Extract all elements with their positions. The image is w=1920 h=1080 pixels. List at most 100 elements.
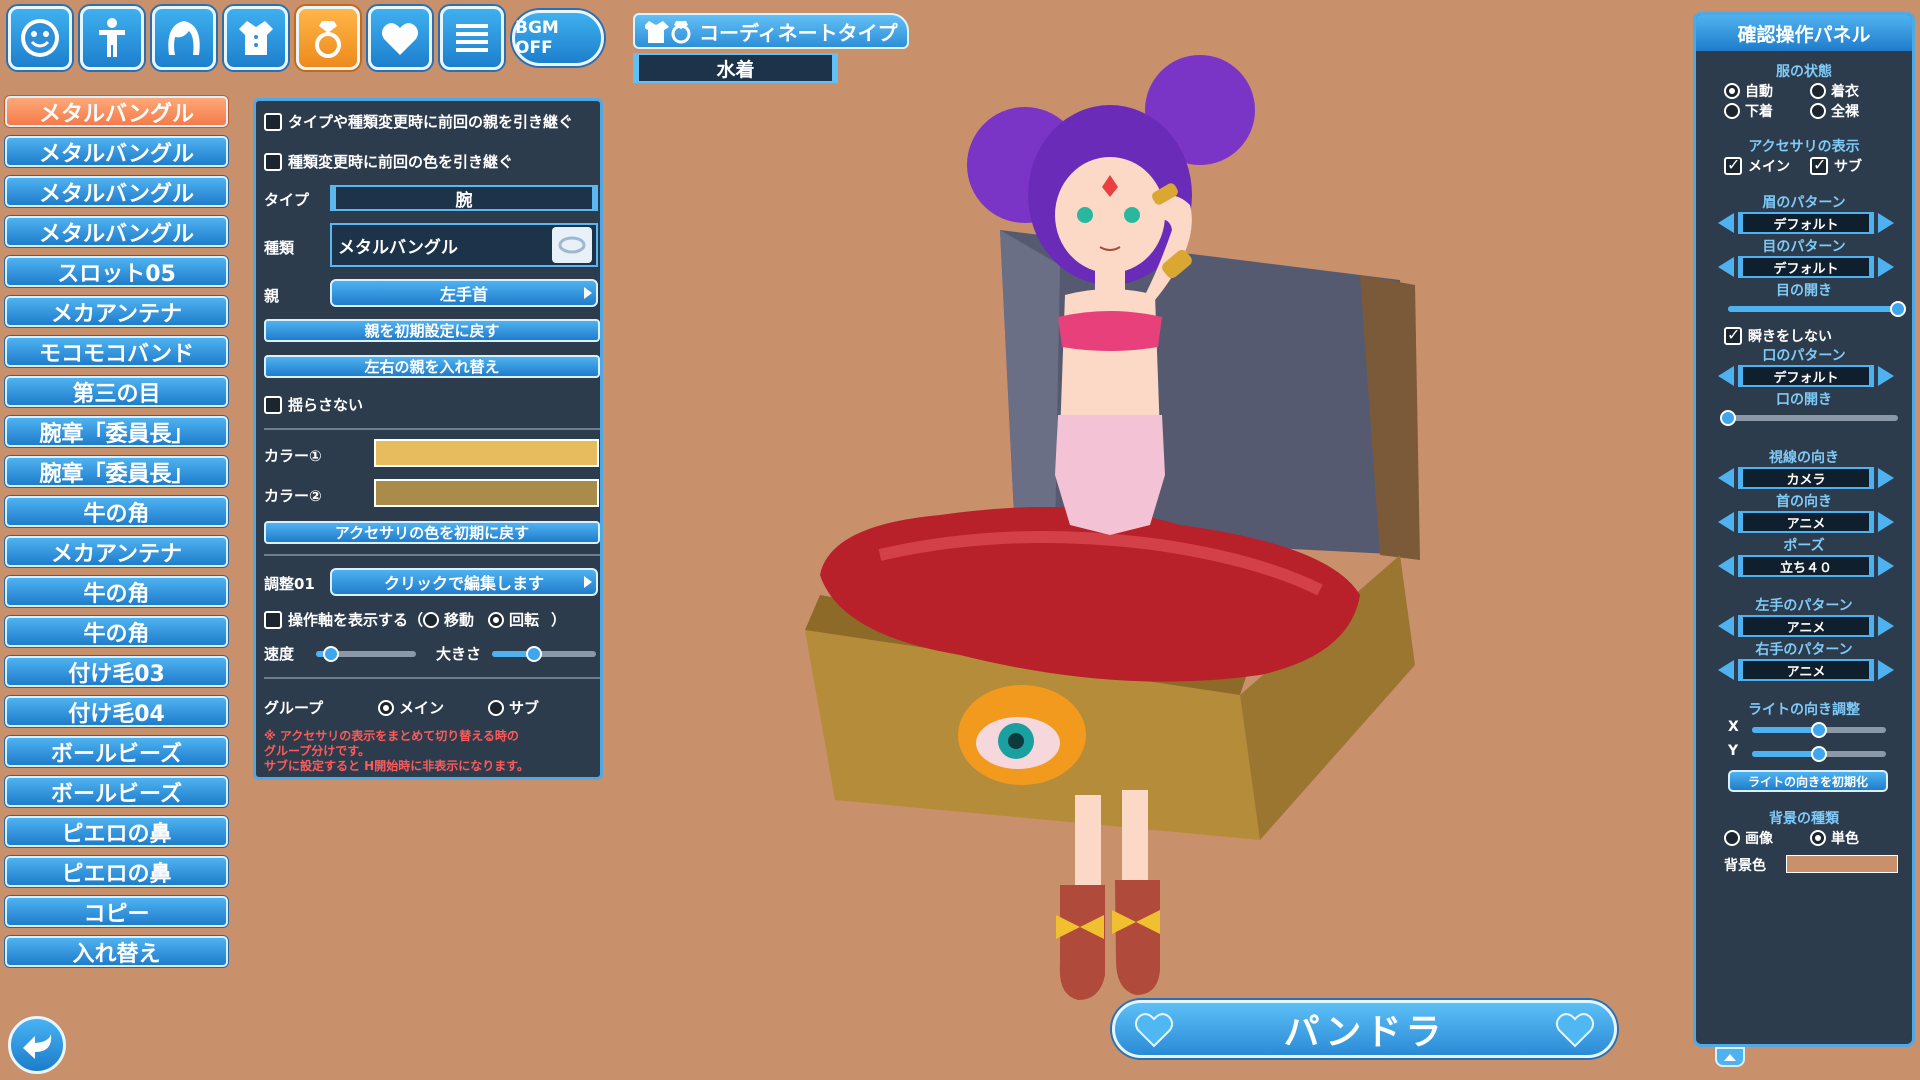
mouth-next-arrow-icon[interactable] bbox=[1878, 366, 1894, 386]
accessory-slot-button[interactable]: 牛の角 bbox=[5, 496, 228, 527]
body-icon[interactable] bbox=[80, 6, 144, 70]
accessory-slot-button[interactable]: スロット05 bbox=[5, 256, 228, 287]
swap-parent-button[interactable]: 左右の親を入れ替え bbox=[264, 355, 600, 378]
accessory-slot-button[interactable]: メタルバングル bbox=[5, 136, 228, 167]
bg-image-option[interactable]: 画像 bbox=[1724, 828, 1773, 848]
size-slider-handle[interactable] bbox=[525, 646, 542, 662]
bg-image-radio[interactable] bbox=[1724, 830, 1740, 846]
clothing-underwear-radio[interactable] bbox=[1724, 103, 1740, 119]
kind-field[interactable]: メタルバングル bbox=[330, 223, 598, 267]
neck-next-arrow-icon[interactable] bbox=[1878, 512, 1894, 532]
face-icon[interactable] bbox=[8, 6, 72, 70]
character-viewport[interactable] bbox=[760, 55, 1460, 1005]
group-main-radio[interactable] bbox=[378, 699, 394, 716]
no-blink-toggle[interactable]: 瞬きをしない bbox=[1724, 325, 1832, 346]
accessory-slot-button[interactable]: メタルバングル bbox=[5, 176, 228, 207]
accessory-ring-icon[interactable] bbox=[296, 6, 360, 70]
clothing-dressing[interactable]: 着衣 bbox=[1810, 81, 1859, 101]
eye-prev-arrow-icon[interactable] bbox=[1718, 257, 1734, 277]
left-hand-next-arrow-icon[interactable] bbox=[1878, 616, 1894, 636]
mouth-open-slider[interactable] bbox=[1720, 410, 1898, 426]
accessory-slot-button[interactable]: 牛の角 bbox=[5, 616, 228, 647]
no-sway-row[interactable]: 揺らさない bbox=[264, 394, 363, 415]
size-slider[interactable] bbox=[492, 646, 596, 662]
right-hand-next-arrow-icon[interactable] bbox=[1878, 660, 1894, 680]
keep-parent-row[interactable]: タイプや種類変更時に前回の親を引き継ぐ bbox=[264, 111, 573, 132]
menu-icon[interactable] bbox=[440, 6, 504, 70]
accessory-slot-button[interactable]: コピー bbox=[5, 896, 228, 927]
accessory-slot-button[interactable]: 牛の角 bbox=[5, 576, 228, 607]
accessory-slot-button[interactable]: 腕章「委員長」 bbox=[5, 416, 228, 447]
clothing-auto-radio[interactable] bbox=[1724, 83, 1740, 99]
reset-light-button[interactable]: ライトの向きを初期化 bbox=[1728, 770, 1888, 792]
group-sub-radio[interactable] bbox=[488, 699, 504, 716]
show-axis-row[interactable]: 操作軸を表示する（ 移動 回転 ） bbox=[264, 609, 566, 630]
bg-solid-radio[interactable] bbox=[1810, 830, 1826, 846]
adjust-edit-button[interactable]: クリックで編集します bbox=[330, 568, 598, 596]
accessory-slot-button[interactable]: メタルバングル bbox=[5, 96, 228, 127]
speed-slider-handle[interactable] bbox=[323, 646, 339, 662]
right-hand-prev-arrow-icon[interactable] bbox=[1718, 660, 1734, 680]
left-hand-prev-arrow-icon[interactable] bbox=[1718, 616, 1734, 636]
hair-icon[interactable] bbox=[152, 6, 216, 70]
bg-color-swatch[interactable] bbox=[1786, 855, 1898, 873]
keep-color-row[interactable]: 種類変更時に前回の色を引き継ぐ bbox=[264, 151, 513, 172]
neck-prev-arrow-icon[interactable] bbox=[1718, 512, 1734, 532]
show-axis-checkbox[interactable] bbox=[264, 610, 282, 629]
brow-prev-arrow-icon[interactable] bbox=[1718, 213, 1734, 233]
clothing-naked[interactable]: 全裸 bbox=[1810, 101, 1859, 121]
eye-open-slider-handle[interactable] bbox=[1890, 301, 1906, 317]
acc-sub-toggle[interactable]: サブ bbox=[1810, 155, 1862, 176]
bg-solid-option[interactable]: 単色 bbox=[1810, 828, 1859, 848]
light-x-slider-handle[interactable] bbox=[1811, 722, 1827, 738]
accessory-slot-button[interactable]: ボールビーズ bbox=[5, 776, 228, 807]
accessory-slot-button[interactable]: 腕章「委員長」 bbox=[5, 456, 228, 487]
heart-icon[interactable] bbox=[368, 6, 432, 70]
bgm-toggle-button[interactable]: BGM OFF bbox=[512, 10, 604, 66]
eye-open-slider[interactable] bbox=[1728, 301, 1906, 317]
no-blink-checkbox[interactable] bbox=[1724, 325, 1742, 345]
parent-select-button[interactable]: 左手首 bbox=[330, 279, 598, 307]
outfit-icon[interactable] bbox=[224, 6, 288, 70]
mouth-prev-arrow-icon[interactable] bbox=[1718, 366, 1734, 386]
type-value[interactable]: 腕 bbox=[330, 185, 598, 211]
mouth-open-slider-handle[interactable] bbox=[1720, 410, 1736, 426]
acc-main-checkbox[interactable] bbox=[1724, 155, 1742, 175]
light-x-slider[interactable] bbox=[1752, 722, 1886, 738]
clothing-underwear[interactable]: 下着 bbox=[1724, 101, 1773, 121]
reset-parent-button[interactable]: 親を初期設定に戻す bbox=[264, 319, 600, 342]
panel-collapse-button[interactable] bbox=[1715, 1047, 1745, 1067]
eye-next-arrow-icon[interactable] bbox=[1878, 257, 1894, 277]
keep-parent-checkbox[interactable] bbox=[264, 112, 282, 131]
rotate-radio[interactable] bbox=[488, 611, 505, 628]
no-sway-checkbox[interactable] bbox=[264, 395, 282, 414]
clothing-naked-radio[interactable] bbox=[1810, 103, 1826, 119]
bangle-thumbnail-icon[interactable] bbox=[552, 227, 592, 263]
color1-swatch[interactable] bbox=[374, 439, 599, 467]
light-y-slider-handle[interactable] bbox=[1811, 746, 1827, 762]
keep-color-checkbox[interactable] bbox=[264, 152, 282, 171]
pose-next-arrow-icon[interactable] bbox=[1878, 556, 1894, 576]
pose-prev-arrow-icon[interactable] bbox=[1718, 556, 1734, 576]
gaze-prev-arrow-icon[interactable] bbox=[1718, 468, 1734, 488]
accessory-slot-button[interactable]: メカアンテナ bbox=[5, 296, 228, 327]
brow-next-arrow-icon[interactable] bbox=[1878, 213, 1894, 233]
accessory-slot-button[interactable]: 付け毛03 bbox=[5, 656, 228, 687]
gaze-next-arrow-icon[interactable] bbox=[1878, 468, 1894, 488]
reset-color-button[interactable]: アクセサリの色を初期に戻す bbox=[264, 521, 600, 544]
accessory-slot-button[interactable]: ボールビーズ bbox=[5, 736, 228, 767]
clothing-dressing-radio[interactable] bbox=[1810, 83, 1826, 99]
color2-swatch[interactable] bbox=[374, 479, 599, 507]
accessory-slot-button[interactable]: ピエロの鼻 bbox=[5, 856, 228, 887]
clothing-auto[interactable]: 自動 bbox=[1724, 81, 1773, 101]
acc-sub-checkbox[interactable] bbox=[1810, 155, 1828, 175]
accessory-slot-button[interactable]: 付け毛04 bbox=[5, 696, 228, 727]
accessory-slot-button[interactable]: ピエロの鼻 bbox=[5, 816, 228, 847]
group-main-row[interactable]: メイン bbox=[378, 697, 444, 718]
accessory-slot-button[interactable]: モコモコバンド bbox=[5, 336, 228, 367]
accessory-slot-button[interactable]: 第三の目 bbox=[5, 376, 228, 407]
group-sub-row[interactable]: サブ bbox=[488, 697, 539, 718]
accessory-slot-button[interactable]: メカアンテナ bbox=[5, 536, 228, 567]
accessory-slot-button[interactable]: メタルバングル bbox=[5, 216, 228, 247]
move-radio[interactable] bbox=[423, 611, 440, 628]
